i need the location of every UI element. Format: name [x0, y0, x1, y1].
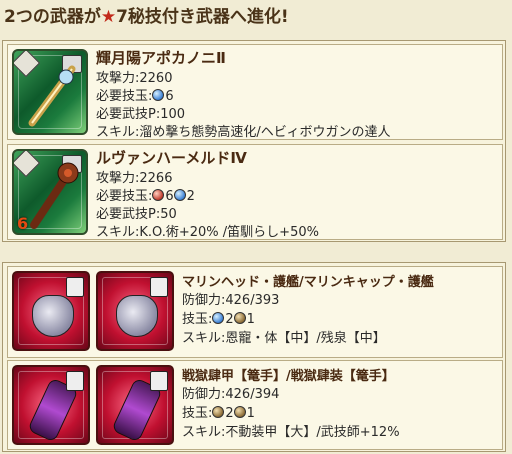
armor-defense: 防御力:426/393 — [182, 293, 280, 308]
armor-defense: 防御力:426/394 — [182, 387, 280, 402]
weapon-icon[interactable] — [12, 49, 88, 135]
blue-gem-icon — [152, 89, 165, 101]
weapon-skill: スキル:溜め撃ち態勢高速化/ヘビィボウガンの達人 — [96, 125, 391, 140]
gold-gem-icon — [212, 406, 225, 418]
icon-number: 6 — [17, 214, 29, 233]
weapon-attack: 攻撃力:2266 — [96, 171, 173, 186]
red-gem-icon — [152, 189, 165, 201]
weapon-slots: 必要技玉: 6 — [96, 89, 174, 104]
star-icon: ★ — [100, 7, 117, 27]
bowgun-icon — [28, 65, 76, 127]
weapon-requirement: 必要武技P:100 — [96, 107, 186, 122]
weapons-panel: 輝月陽アポカノニⅡ 攻撃力:2260 必要技玉: 6 必要武技P:100 スキル:… — [2, 40, 506, 242]
blue-gem-icon — [173, 189, 186, 201]
weapon-name: 輝月陽アポカノニⅡ — [96, 49, 226, 67]
weapon-row[interactable]: 6 ルヴァンハーメルドⅣ 攻撃力:2266 必要技玉: 6 2 必要武技P:50 ス… — [7, 144, 503, 240]
title-prefix: 2つの武器が — [4, 7, 101, 27]
helmet-icon — [32, 295, 74, 337]
armor-name: 戦獄肆甲【篭手】/戦獄肆装【篭手】 — [182, 369, 395, 384]
weapon-icon[interactable]: 6 — [12, 149, 88, 235]
gold-gem-icon — [233, 406, 246, 418]
title-suffix: 7秘技付き武器へ進化! — [116, 7, 289, 27]
armor-skill: スキル:不動装甲【大】/武技師+12% — [182, 425, 400, 440]
armor-panel: マリンヘッド・護艦/マリンキャップ・護艦 防御力:426/393 技玉: 2 1 ス… — [2, 262, 506, 452]
helmet-icon — [116, 295, 158, 337]
armor-icon[interactable] — [96, 271, 174, 351]
armor-row[interactable]: 戦獄肆甲【篭手】/戦獄肆装【篭手】 防御力:426/394 技玉: 2 1 スキル:… — [7, 360, 503, 450]
armor-icon[interactable] — [12, 365, 90, 445]
weapon-skill: スキル:K.O.術+20% /笛馴らし+50% — [96, 225, 319, 240]
gold-gem-icon — [233, 312, 246, 324]
weapon-row[interactable]: 輝月陽アポカノニⅡ 攻撃力:2260 必要技玉: 6 必要武技P:100 スキル:… — [7, 44, 503, 140]
armor-type-icon — [66, 277, 84, 297]
armor-type-icon — [150, 277, 168, 297]
weapon-name: ルヴァンハーメルドⅣ — [96, 149, 247, 167]
armor-type-icon — [66, 371, 84, 391]
armor-skill: スキル:恩寵・体【中】/残泉【中】 — [182, 331, 386, 346]
armor-slots: 技玉: 2 1 — [182, 312, 255, 327]
armor-icon[interactable] — [12, 271, 90, 351]
armor-row[interactable]: マリンヘッド・護艦/マリンキャップ・護艦 防御力:426/393 技玉: 2 1 ス… — [7, 266, 503, 358]
weapon-requirement: 必要武技P:50 — [96, 207, 177, 222]
armor-type-icon — [150, 371, 168, 391]
blue-gem-icon — [212, 312, 225, 324]
weapon-slots: 必要技玉: 6 2 — [96, 189, 195, 204]
weapon-attack: 攻撃力:2260 — [96, 71, 173, 86]
armor-name: マリンヘッド・護艦/マリンキャップ・護艦 — [182, 275, 434, 290]
page-title: 2つの武器が★7秘技付き武器へ進化! — [4, 2, 289, 27]
armor-icon[interactable] — [96, 365, 174, 445]
armor-slots: 技玉: 2 1 — [182, 406, 255, 421]
